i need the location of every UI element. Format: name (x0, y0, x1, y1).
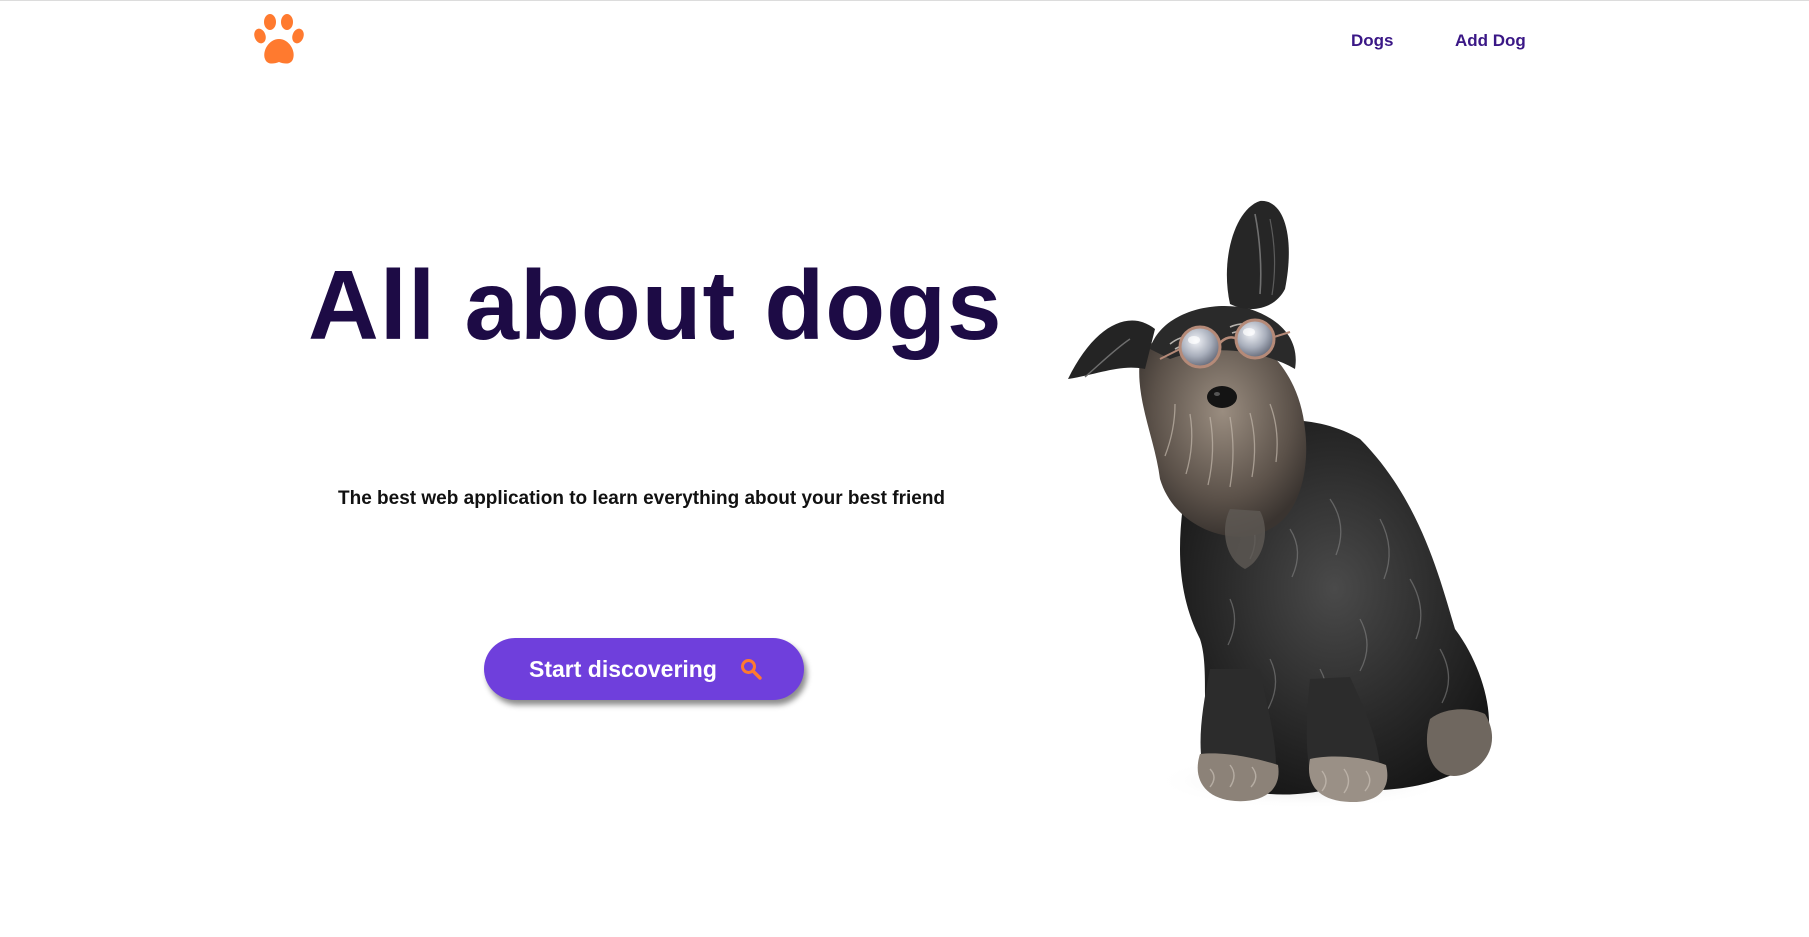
hero-subtitle: The best web application to learn everyt… (338, 488, 946, 509)
landing-page: Dogs Add Dog All about dogs The best web… (0, 0, 1809, 937)
start-discovering-button[interactable]: Start discovering (484, 638, 804, 700)
hero-title: All about dogs (308, 250, 1003, 360)
nav-link-add-dog[interactable]: Add Dog (1455, 31, 1526, 51)
dog-photo (1068, 200, 1493, 809)
paw-icon[interactable] (254, 13, 304, 67)
nav-link-dogs[interactable]: Dogs (1351, 31, 1394, 51)
start-discovering-label: Start discovering (529, 655, 717, 682)
search-icon (740, 659, 762, 680)
